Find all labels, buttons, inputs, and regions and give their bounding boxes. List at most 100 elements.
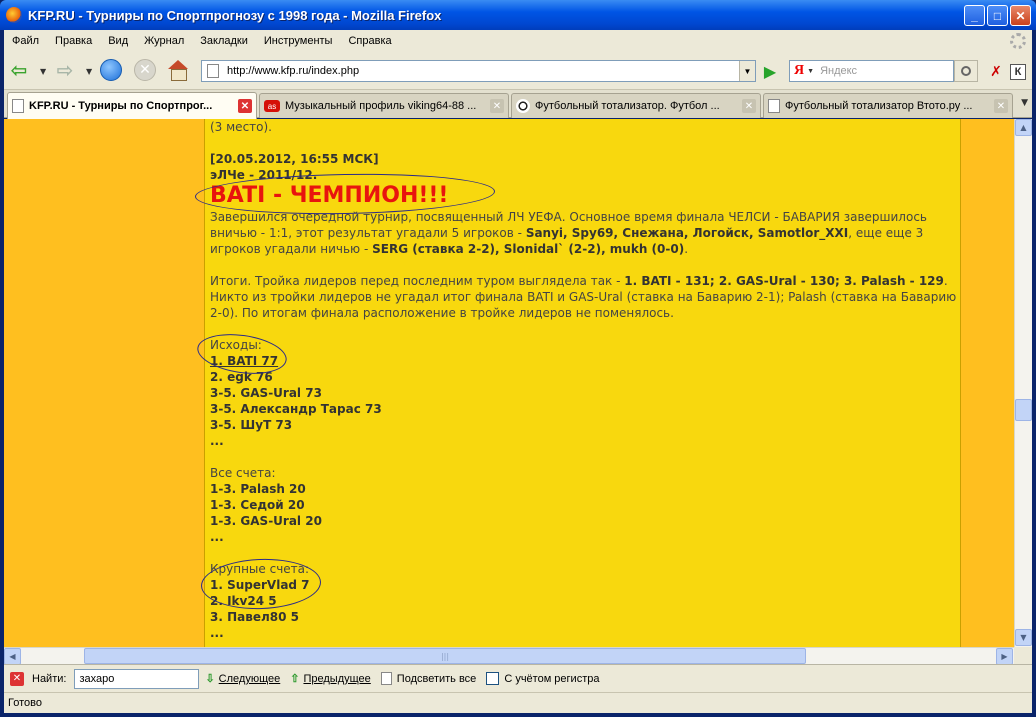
search-button[interactable] (954, 60, 978, 82)
reload-button[interactable] (98, 57, 124, 83)
addon-k-icon[interactable]: К (1010, 64, 1026, 80)
scrollbar-corner (1014, 647, 1032, 664)
scroll-left-button[interactable]: ◀ (4, 648, 21, 665)
find-bar-close-icon[interactable]: ✕ (10, 671, 24, 686)
back-history-dropdown[interactable]: ▼ (40, 67, 46, 76)
home-button[interactable] (165, 57, 191, 83)
search-icon (961, 66, 971, 76)
find-previous-button[interactable]: ⇧ Предыдущее (290, 672, 371, 686)
horizontal-scroll-thumb[interactable]: ||| (84, 648, 806, 664)
horizontal-scrollbar[interactable]: ◀ ||| ▶ (4, 647, 1014, 665)
tab-bar: KFP.RU - Турниры по Спортпрог... ✕ as Му… (4, 90, 1032, 119)
find-label: Найти: (32, 672, 67, 685)
page-icon (207, 64, 219, 78)
find-input[interactable] (74, 668, 200, 689)
search-box[interactable]: Я ▼ Яндекс (789, 60, 954, 82)
close-button[interactable]: ✕ (1010, 5, 1031, 26)
scores-title: Все счета: (210, 466, 276, 480)
tab-close-icon[interactable]: ✕ (994, 99, 1008, 113)
reload-icon (100, 59, 122, 81)
url-text: http://www.kfp.ru/index.php (227, 65, 360, 77)
navigation-toolbar: ⇦ ▼ ⇨ ▼ ✕ http://www.kfp.ru/index.php ▼ … (4, 52, 1032, 90)
forward-button[interactable]: ⇨ (52, 57, 78, 83)
search-engine-dropdown[interactable]: ▼ (807, 68, 814, 75)
match-case-label: С учётом регистра (504, 672, 600, 685)
title-bar: KFP.RU - Турниры по Спортпрогнозу с 1998… (0, 0, 1036, 30)
menu-bookmarks[interactable]: Закладки (192, 35, 256, 47)
big-scores-more: ... (210, 626, 224, 640)
outcomes-title: Исходы: (210, 338, 262, 352)
status-text: Готово (8, 697, 42, 709)
list-item: 3-5. Александр Тарас 73 (210, 402, 382, 416)
forward-history-dropdown[interactable]: ▼ (86, 67, 92, 76)
tab-close-icon[interactable]: ✕ (742, 99, 756, 113)
activity-spinner-icon (1010, 33, 1026, 49)
stop-icon: ✕ (134, 59, 156, 81)
menu-edit[interactable]: Правка (47, 35, 100, 47)
list-item: 2. egk 76 (210, 370, 273, 384)
go-button[interactable]: ▶ (761, 62, 779, 81)
outcomes-more: ... (210, 434, 224, 448)
list-item: 1-3. Седой 20 (210, 498, 305, 512)
highlight-all-button[interactable]: Подсветить все (380, 672, 477, 685)
big-scores-title: Крупные счета: (210, 562, 310, 576)
url-history-dropdown[interactable]: ▼ (739, 61, 755, 81)
highlight-all-label: Подсветить все (396, 672, 477, 685)
scores-more: ... (210, 530, 224, 544)
tab-kfp[interactable]: KFP.RU - Турниры по Спортпрог... ✕ (7, 92, 257, 119)
status-bar: Готово (4, 692, 1032, 713)
list-item: 1. BATI 77 (210, 354, 279, 368)
stop-button[interactable]: ✕ (132, 57, 158, 83)
vertical-scroll-thumb[interactable] (1015, 399, 1032, 421)
list-item: 3. Павел80 5 (210, 610, 299, 624)
page-content: (3 место). [20.05.2012, 16:55 МСК] эЛЧе … (4, 119, 1014, 647)
menu-tools[interactable]: Инструменты (256, 35, 341, 47)
tab-label: Футбольный тотализатор. Футбол ... (535, 100, 720, 112)
news-paragraph-2: Итоги. Тройка лидеров перед последним ту… (210, 274, 957, 320)
news-paragraph-1: Завершился очередной турнир, посвященный… (210, 210, 927, 256)
minimize-button[interactable]: _ (964, 5, 985, 26)
lastfm-icon: as (264, 100, 280, 112)
list-item: 3-5. ШуТ 73 (210, 418, 293, 432)
scroll-down-button[interactable]: ▼ (1015, 629, 1032, 646)
tab-label: KFP.RU - Турниры по Спортпрог... (29, 100, 213, 112)
find-next-button[interactable]: ⇩ Следующее (205, 672, 281, 686)
page-icon (768, 99, 780, 113)
checkbox-icon (486, 672, 500, 685)
search-placeholder: Яндекс (820, 65, 858, 77)
highlight-icon (380, 672, 392, 685)
tab-label: Музыкальный профиль viking64-88 ... (285, 100, 477, 112)
match-case-checkbox[interactable]: С учётом регистра (486, 672, 599, 685)
menu-history[interactable]: Журнал (136, 35, 192, 47)
tab-vtoto[interactable]: Футбольный тотализатор Втото.ру ... ✕ (763, 93, 1013, 118)
tab-football-totalizator[interactable]: Футбольный тотализатор. Футбол ... ✕ (511, 93, 761, 118)
list-item: 1-3. GAS-Ural 20 (210, 514, 322, 528)
list-item: 3-5. GAS-Ural 73 (210, 386, 322, 400)
list-item: 1-3. Palash 20 (210, 482, 306, 496)
list-item: 1. SuperVlad 7 (210, 578, 310, 592)
vertical-scrollbar[interactable]: ▲ ▼ (1014, 119, 1032, 647)
menu-view[interactable]: Вид (100, 35, 136, 47)
tab-lastfm[interactable]: as Музыкальный профиль viking64-88 ... ✕ (259, 93, 509, 118)
tab-label: Футбольный тотализатор Втото.ру ... (785, 100, 973, 112)
list-all-tabs-button[interactable]: ▼ (1021, 98, 1028, 108)
tab-close-icon[interactable]: ✕ (238, 99, 252, 113)
previous-news-tail: (3 место). (210, 120, 272, 134)
menu-file[interactable]: Файл (4, 35, 47, 47)
list-item: 2. Ikv24 5 (210, 594, 277, 608)
tab-close-icon[interactable]: ✕ (490, 99, 504, 113)
arrow-up-icon: ⇧ (290, 673, 300, 685)
menu-help[interactable]: Справка (340, 35, 399, 47)
find-next-label: Следующее (218, 672, 281, 685)
addon-icon[interactable]: ✗ (988, 64, 1004, 80)
news-column: (3 место). [20.05.2012, 16:55 МСК] эЛЧе … (194, 119, 961, 647)
back-button[interactable]: ⇦ (6, 57, 32, 83)
window-title: KFP.RU - Турниры по Спортпрогнозу с 1998… (28, 7, 442, 23)
scroll-up-button[interactable]: ▲ (1015, 119, 1032, 136)
url-bar[interactable]: http://www.kfp.ru/index.php ▼ (201, 60, 756, 82)
scroll-right-button[interactable]: ▶ (996, 648, 1013, 665)
news-date: [20.05.2012, 16:55 МСК] (210, 152, 379, 166)
maximize-button[interactable]: □ (987, 5, 1008, 26)
search-engine-icon[interactable]: Я (794, 63, 804, 79)
menu-bar: Файл Правка Вид Журнал Закладки Инструме… (4, 30, 1032, 52)
